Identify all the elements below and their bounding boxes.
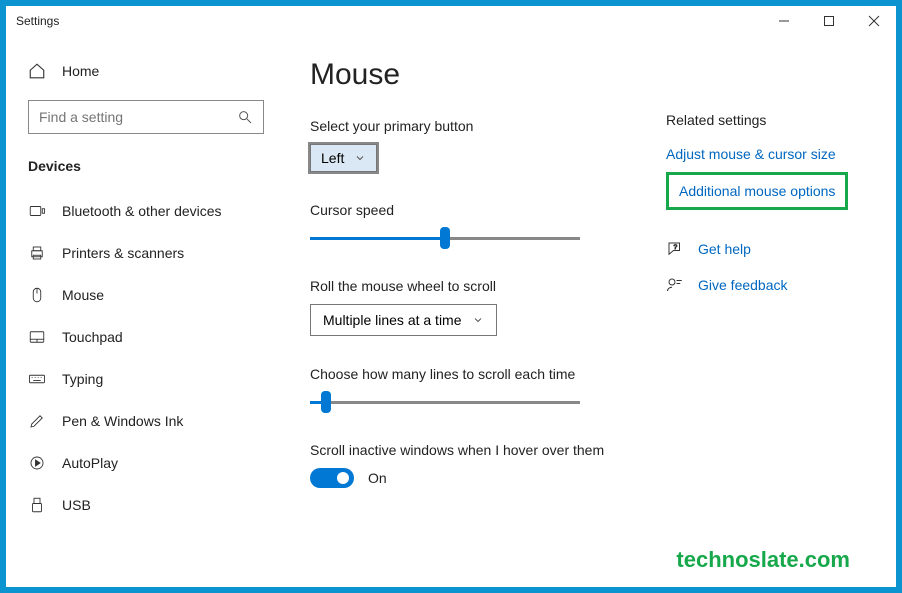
sidebar-item-pen[interactable]: Pen & Windows Ink: [6, 400, 286, 442]
close-button[interactable]: [851, 6, 896, 36]
link-get-help[interactable]: Get help: [698, 241, 751, 257]
related-heading: Related settings: [666, 112, 876, 128]
sidebar-item-bluetooth[interactable]: Bluetooth & other devices: [6, 190, 286, 232]
highlight-additional-options: Additional mouse options: [666, 172, 848, 210]
inactive-hover-label: Scroll inactive windows when I hover ove…: [310, 442, 666, 458]
home-icon: [28, 62, 46, 80]
chevron-down-icon: [354, 152, 366, 164]
primary-button-label: Select your primary button: [310, 118, 666, 134]
primary-button-dropdown[interactable]: Left: [310, 144, 377, 172]
sidebar-item-label: Pen & Windows Ink: [62, 413, 183, 429]
link-give-feedback[interactable]: Give feedback: [698, 277, 788, 293]
window-controls: [761, 6, 896, 36]
sidebar-item-touchpad[interactable]: Touchpad: [6, 316, 286, 358]
titlebar: Settings: [6, 6, 896, 36]
sidebar-item-label: Touchpad: [62, 329, 123, 345]
help-icon: ?: [666, 240, 684, 258]
touchpad-icon: [28, 328, 46, 346]
sidebar-item-autoplay[interactable]: AutoPlay: [6, 442, 286, 484]
usb-icon: [28, 496, 46, 514]
sidebar-item-mouse[interactable]: Mouse: [6, 274, 286, 316]
cursor-speed-label: Cursor speed: [310, 202, 666, 218]
autoplay-icon: [28, 454, 46, 472]
maximize-button[interactable]: [806, 6, 851, 36]
search-icon: [237, 109, 253, 125]
svg-text:?: ?: [674, 244, 678, 251]
related-panel: Related settings Adjust mouse & cursor s…: [666, 58, 876, 577]
chevron-down-icon: [472, 314, 484, 326]
main-content: Mouse Select your primary button Left Cu…: [310, 58, 666, 577]
keyboard-icon: [28, 370, 46, 388]
category-header: Devices: [6, 152, 286, 190]
home-label: Home: [62, 63, 99, 79]
search-box[interactable]: [28, 100, 264, 134]
page-title: Mouse: [310, 58, 666, 92]
sidebar-item-label: USB: [62, 497, 91, 513]
bluetooth-icon: [28, 202, 46, 220]
sidebar-item-label: Mouse: [62, 287, 104, 303]
slider-thumb[interactable]: [321, 391, 331, 413]
sidebar-item-label: Typing: [62, 371, 103, 387]
pen-icon: [28, 412, 46, 430]
sidebar-item-label: Printers & scanners: [62, 245, 184, 261]
search-input[interactable]: [39, 109, 237, 125]
dropdown-value: Multiple lines at a time: [323, 312, 462, 328]
cursor-speed-slider[interactable]: [310, 228, 580, 248]
wheel-mode-dropdown[interactable]: Multiple lines at a time: [310, 304, 497, 336]
window-title: Settings: [16, 14, 59, 28]
sidebar-item-label: Bluetooth & other devices: [62, 203, 222, 219]
slider-thumb[interactable]: [440, 227, 450, 249]
sidebar-item-label: AutoPlay: [62, 455, 118, 471]
inactive-hover-toggle[interactable]: [310, 468, 354, 488]
dropdown-value: Left: [321, 150, 344, 166]
home-nav[interactable]: Home: [6, 54, 286, 88]
link-additional-mouse-options[interactable]: Additional mouse options: [679, 183, 835, 199]
toggle-state-label: On: [368, 470, 387, 486]
mouse-icon: [28, 286, 46, 304]
minimize-button[interactable]: [761, 6, 806, 36]
printer-icon: [28, 244, 46, 262]
lines-scroll-label: Choose how many lines to scroll each tim…: [310, 366, 666, 382]
sidebar-item-typing[interactable]: Typing: [6, 358, 286, 400]
sidebar: Home Devices Bluetooth & other devices P…: [6, 36, 286, 587]
wheel-mode-label: Roll the mouse wheel to scroll: [310, 278, 666, 294]
lines-scroll-slider[interactable]: [310, 392, 580, 412]
feedback-icon: [666, 276, 684, 294]
sidebar-item-usb[interactable]: USB: [6, 484, 286, 526]
watermark: technoslate.com: [676, 547, 850, 573]
sidebar-item-printers[interactable]: Printers & scanners: [6, 232, 286, 274]
link-cursor-size[interactable]: Adjust mouse & cursor size: [666, 146, 876, 162]
